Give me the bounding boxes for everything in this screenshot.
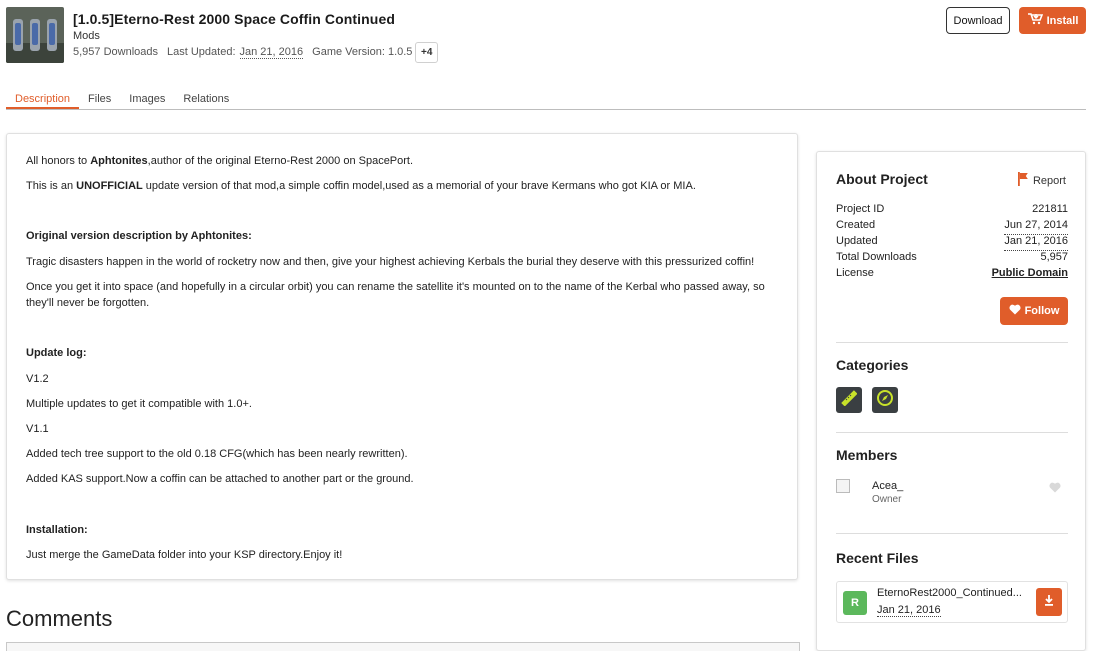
desc-paragraph: Multiple updates to get it compatible wi…: [26, 398, 252, 410]
author-name: Aphtonites: [90, 155, 148, 167]
install-icon: [1027, 13, 1043, 28]
report-label: Report: [1032, 174, 1066, 187]
downloads-count: 5,957 Downloads: [73, 46, 159, 58]
page-title: [1.0.5]Eterno-Rest 2000 Space Coffin Con…: [73, 11, 395, 27]
about-row-project-id: Project ID 221811: [836, 203, 1068, 215]
project-sidebar: About Project Report Project ID 221811 Cr…: [816, 151, 1086, 651]
last-updated-label: Last Updated:: [167, 46, 236, 58]
more-versions-badge[interactable]: +4: [415, 42, 439, 63]
desc-paragraph: Added tech tree support to the old 0.18 …: [26, 448, 408, 460]
desc-paragraph: Added KAS support.Now a coffin can be at…: [26, 473, 414, 485]
install-button[interactable]: Install: [1019, 7, 1086, 34]
about-project-heading: About Project: [836, 171, 928, 187]
file-date: Jan 21, 2016: [877, 604, 941, 617]
release-type-badge: R: [843, 591, 867, 615]
tab-description[interactable]: Description: [6, 88, 80, 109]
about-row-updated: Updated Jan 21, 2016: [836, 235, 1068, 251]
comments-heading: Comments: [6, 606, 113, 631]
description-card: All honors to Aphtonites,author of the o…: [6, 133, 798, 580]
about-row-total-downloads: Total Downloads 5,957: [836, 251, 1068, 263]
project-tabs: Description Files Images Relations: [6, 88, 1086, 110]
member-name[interactable]: Acea_: [872, 480, 903, 492]
flag-icon: [1017, 172, 1029, 189]
desc-paragraph: This is an UNOFFICIAL update version of …: [26, 180, 696, 192]
license-link[interactable]: Public Domain: [992, 267, 1068, 283]
desc-heading: Update log:: [26, 347, 87, 359]
ruler-icon: [841, 389, 858, 411]
tab-relations[interactable]: Relations: [174, 88, 238, 109]
follow-label: Follow: [1024, 305, 1060, 317]
heart-icon: [1009, 304, 1021, 318]
download-button[interactable]: Download: [946, 7, 1010, 34]
recent-files-heading: Recent Files: [836, 550, 919, 566]
install-label: Install: [1046, 14, 1079, 27]
file-name[interactable]: EternoRest2000_Continued...: [877, 587, 1025, 599]
game-version: Game Version: 1.0.5: [312, 46, 413, 58]
desc-heading: Installation:: [26, 524, 88, 536]
tab-images[interactable]: Images: [120, 88, 174, 109]
about-row-license: License Public Domain: [836, 267, 1068, 283]
project-meta: 5,957 Downloads Last Updated: Jan 21, 20…: [73, 45, 412, 59]
divider: [836, 432, 1068, 433]
follow-button[interactable]: Follow: [1000, 297, 1068, 325]
tab-files[interactable]: Files: [79, 88, 120, 109]
category-parts[interactable]: [836, 387, 862, 413]
recent-file-item[interactable]: R EternoRest2000_Continued... Jan 21, 20…: [836, 581, 1068, 623]
last-updated-date: Jan 21, 2016: [239, 45, 304, 59]
project-thumbnail: [6, 7, 64, 63]
divider: [836, 342, 1068, 343]
report-button[interactable]: Report: [1017, 172, 1066, 189]
desc-paragraph: Once you get it into space (and hopefull…: [26, 281, 765, 309]
avatar[interactable]: [836, 479, 850, 493]
category-exploration[interactable]: [872, 387, 898, 413]
desc-heading: Original version description by Aphtonit…: [26, 230, 252, 242]
comment-editor-toolbar[interactable]: [6, 642, 800, 651]
heart-icon[interactable]: [1049, 480, 1061, 498]
project-category-link[interactable]: Mods: [73, 30, 100, 42]
download-icon: [1043, 593, 1055, 611]
desc-paragraph: Tragic disasters happen in the world of …: [26, 256, 755, 268]
member-role: Owner: [872, 494, 902, 505]
desc-paragraph: All honors to Aphtonites,author of the o…: [26, 155, 414, 167]
about-row-created: Created Jun 27, 2014: [836, 219, 1068, 235]
divider: [836, 533, 1068, 534]
members-heading: Members: [836, 447, 898, 463]
version-label: V1.2: [26, 373, 49, 385]
version-label: V1.1: [26, 423, 49, 435]
compass-icon: [876, 389, 894, 412]
file-download-button[interactable]: [1036, 588, 1062, 616]
desc-paragraph: Just merge the GameData folder into your…: [26, 549, 343, 561]
categories-heading: Categories: [836, 357, 909, 373]
